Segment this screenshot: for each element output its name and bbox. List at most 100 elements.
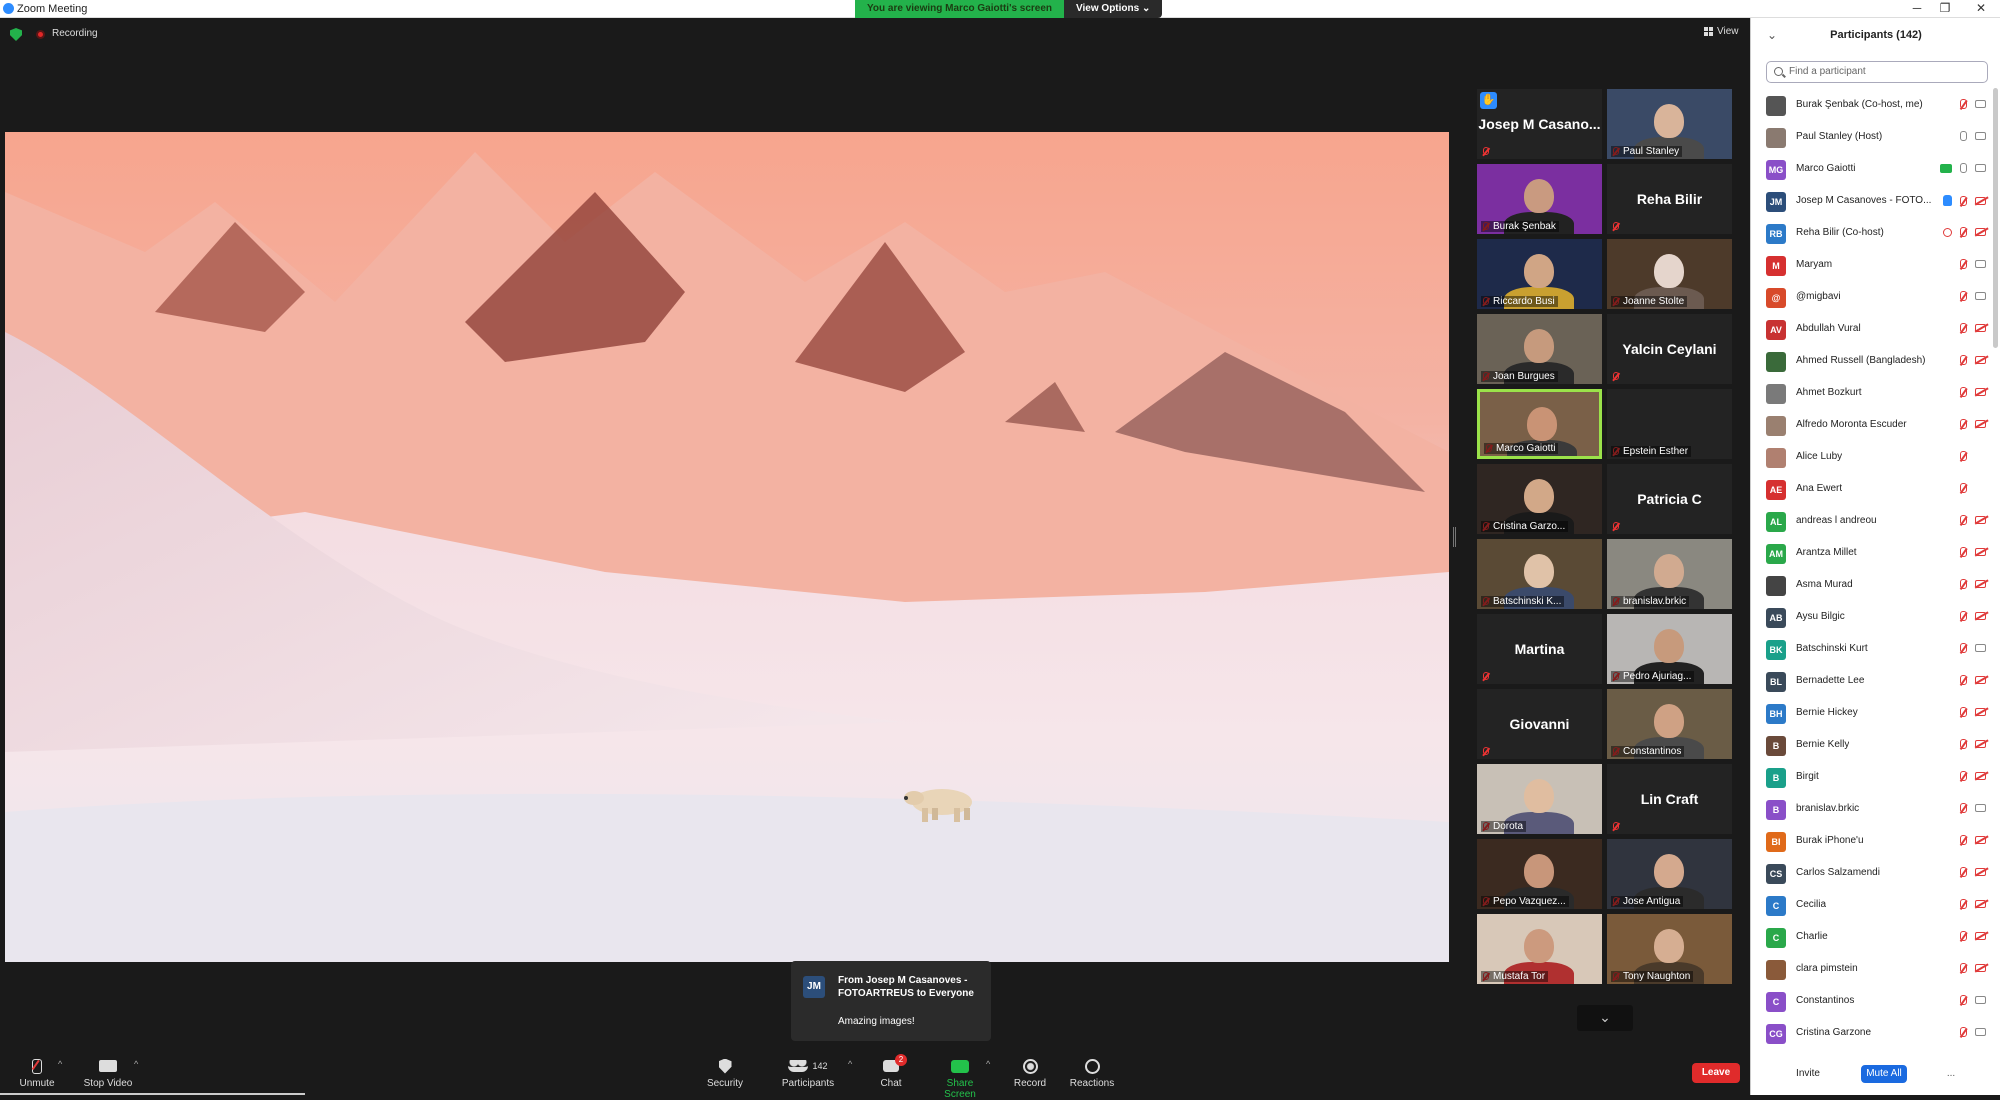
video-tile[interactable]: Marco Gaiotti xyxy=(1477,389,1602,459)
participant-row[interactable]: CG Cristina Garzone xyxy=(1751,1018,2000,1050)
participant-row[interactable]: C Constantinos xyxy=(1751,986,2000,1018)
video-off-icon xyxy=(1975,516,1986,524)
security-button[interactable]: Security xyxy=(700,1056,750,1089)
video-tile[interactable]: Jose Antigua xyxy=(1607,839,1732,909)
participant-row[interactable]: RB Reha Bilir (Co-host) xyxy=(1751,218,2000,250)
participant-row[interactable]: AM Arantza Millet xyxy=(1751,538,2000,570)
video-tile[interactable]: Dorota xyxy=(1477,764,1602,834)
video-tile[interactable]: Constantinos xyxy=(1607,689,1732,759)
video-tile[interactable]: Mustafa Tor xyxy=(1477,914,1602,984)
video-options-caret[interactable]: ^ xyxy=(134,1059,138,1069)
participant-row[interactable]: clara pimstein xyxy=(1751,954,2000,986)
restore-button[interactable]: ❐ xyxy=(1930,1,1960,15)
gallery-next-page-button[interactable]: ⌄ xyxy=(1577,1005,1633,1031)
participants-button[interactable]: 142 Participants xyxy=(780,1056,836,1089)
participant-row[interactable]: Alice Luby xyxy=(1751,442,2000,474)
participant-search-input[interactable]: Find a participant xyxy=(1766,61,1988,83)
participant-row[interactable]: CS Carlos Salzamendi xyxy=(1751,858,2000,890)
video-tile[interactable]: Cristina Garzo... xyxy=(1477,464,1602,534)
video-tile[interactable]: Joanne Stolte xyxy=(1607,239,1732,309)
video-tile[interactable]: Pepo Vazquez... xyxy=(1477,839,1602,909)
muted-mic-icon xyxy=(1960,259,1967,269)
participant-row[interactable]: Ahmed Russell (Bangladesh) xyxy=(1751,346,2000,378)
stop-video-button[interactable]: Stop Video xyxy=(80,1056,136,1089)
chat-sender-line: From Josep M Casanoves - FOTOARTREUS to … xyxy=(838,975,974,999)
video-tile[interactable]: Lin Craft xyxy=(1607,764,1732,834)
unmute-button[interactable]: Unmute xyxy=(14,1056,60,1089)
video-tile[interactable]: Paul Stanley xyxy=(1607,89,1732,159)
participant-row[interactable]: Bbranislav.brkic xyxy=(1751,794,2000,826)
panel-splitter-handle[interactable] xyxy=(1453,527,1456,547)
shield-icon[interactable] xyxy=(10,28,22,41)
participant-row[interactable]: M Maryam xyxy=(1751,250,2000,282)
video-tile[interactable]: Tony Naughton xyxy=(1607,914,1732,984)
video-tile[interactable]: Burak Şenbak xyxy=(1477,164,1602,234)
participant-row[interactable]: MG Marco Gaiotti xyxy=(1751,154,2000,186)
more-options-button[interactable]: ... xyxy=(1941,1065,1961,1083)
minimize-button[interactable]: ─ xyxy=(1902,1,1932,15)
share-screen-button[interactable]: Share Screen xyxy=(930,1056,990,1100)
video-tile[interactable]: Martina xyxy=(1477,614,1602,684)
video-off-icon xyxy=(1975,388,1986,396)
view-button[interactable]: View xyxy=(1704,26,1739,37)
video-tile[interactable]: Riccardo Busi xyxy=(1477,239,1602,309)
video-tile[interactable]: Joan Burgues xyxy=(1477,314,1602,384)
close-button[interactable]: ✕ xyxy=(1966,1,1996,15)
participant-name: Cecilia xyxy=(1796,899,1827,910)
video-tile[interactable]: Patricia C xyxy=(1607,464,1732,534)
muted-mic-icon xyxy=(1960,611,1967,621)
chat-notification[interactable]: JM From Josep M Casanoves - FOTOARTREUS … xyxy=(791,961,991,1041)
record-button[interactable]: Record xyxy=(1010,1056,1050,1089)
mute-all-button[interactable]: Mute All xyxy=(1861,1065,1907,1083)
participant-status-icons xyxy=(1960,483,1986,493)
view-options-button[interactable]: View Options ⌄ xyxy=(1064,0,1163,18)
muted-mic-icon xyxy=(1483,672,1489,680)
participant-row[interactable]: Asma Murad xyxy=(1751,570,2000,602)
participant-row[interactable]: BL Bernadette Lee xyxy=(1751,666,2000,698)
participants-options-caret[interactable]: ^ xyxy=(848,1059,852,1069)
participant-row[interactable]: Paul Stanley (Host) xyxy=(1751,122,2000,154)
participant-row[interactable]: BI Burak iPhone'u xyxy=(1751,826,2000,858)
participant-row[interactable]: AV Abdullah Vural xyxy=(1751,314,2000,346)
participant-row[interactable]: Ahmet Bozkurt xyxy=(1751,378,2000,410)
participant-row[interactable]: BH Bernie Hickey xyxy=(1751,698,2000,730)
participant-status-icons xyxy=(1960,547,1986,557)
shared-screen[interactable] xyxy=(5,132,1449,962)
participant-row[interactable]: C Charlie xyxy=(1751,922,2000,954)
video-tile[interactable]: Epstein Esther xyxy=(1607,389,1732,459)
participants-panel: ⌄ Participants (142) Find a participant … xyxy=(1750,18,2000,1095)
video-tile[interactable]: Josep M Casano... ✋ xyxy=(1477,89,1602,159)
video-camera-icon xyxy=(1975,996,1986,1004)
participant-row[interactable]: BK Batschinski Kurt xyxy=(1751,634,2000,666)
chat-button[interactable]: 2 Chat xyxy=(874,1054,908,1089)
video-tile[interactable]: Pedro Ajuriag... xyxy=(1607,614,1732,684)
participant-list-scrollbar[interactable] xyxy=(1993,88,1998,348)
share-options-caret[interactable]: ^ xyxy=(986,1059,990,1069)
participant-row[interactable]: AE Ana Ewert xyxy=(1751,474,2000,506)
video-tile[interactable]: Reha Bilir xyxy=(1607,164,1732,234)
participant-row[interactable]: @ @migbavi xyxy=(1751,282,2000,314)
reactions-button[interactable]: Reactions xyxy=(1068,1056,1116,1089)
participant-name: Reha Bilir (Co-host) xyxy=(1796,227,1884,238)
video-tile[interactable]: Giovanni xyxy=(1477,689,1602,759)
participant-name: Ahmed Russell (Bangladesh) xyxy=(1796,355,1926,366)
participant-row[interactable]: AL andreas l andreou xyxy=(1751,506,2000,538)
unmute-label: Unmute xyxy=(19,1078,55,1089)
muted-mic-icon xyxy=(1613,822,1619,830)
video-tile[interactable]: Yalcin Ceylani xyxy=(1607,314,1732,384)
video-tile[interactable]: branislav.brkic xyxy=(1607,539,1732,609)
participant-row[interactable]: C Cecilia xyxy=(1751,890,2000,922)
participant-row[interactable]: JM Josep M Casanoves - FOTO... xyxy=(1751,186,2000,218)
leave-button[interactable]: Leave xyxy=(1692,1063,1740,1083)
participant-row[interactable]: Burak Şenbak (Co-host, me) xyxy=(1751,90,2000,122)
participant-row[interactable]: Alfredo Moronta Escuder xyxy=(1751,410,2000,442)
participant-row[interactable]: B Bernie Kelly xyxy=(1751,730,2000,762)
audio-options-caret[interactable]: ^ xyxy=(58,1059,62,1069)
participant-name: andreas l andreou xyxy=(1796,515,1877,526)
video-tile[interactable]: Batschinski K... xyxy=(1477,539,1602,609)
participant-row[interactable]: B Birgit xyxy=(1751,762,2000,794)
participant-row[interactable]: AB Aysu Bilgic xyxy=(1751,602,2000,634)
muted-mic-icon xyxy=(1960,835,1967,845)
viewing-banner: You are viewing Marco Gaiotti's screen V… xyxy=(855,0,1163,18)
invite-button[interactable]: Invite xyxy=(1788,1065,1828,1083)
